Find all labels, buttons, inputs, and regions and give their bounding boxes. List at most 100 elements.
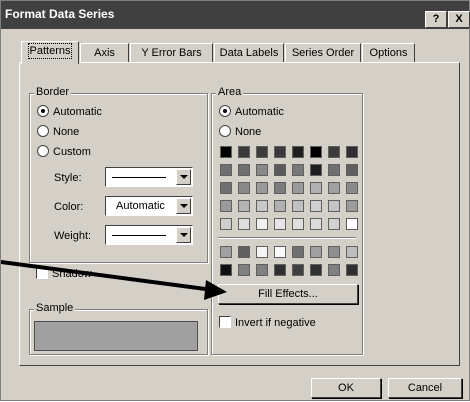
sample-preview bbox=[34, 321, 198, 351]
color-swatch[interactable] bbox=[256, 246, 268, 258]
color-swatch[interactable] bbox=[292, 218, 304, 230]
area-color-palette bbox=[220, 146, 358, 230]
color-swatch[interactable] bbox=[220, 182, 232, 194]
color-swatch[interactable] bbox=[310, 218, 322, 230]
color-swatch[interactable] bbox=[274, 200, 286, 212]
color-swatch[interactable] bbox=[220, 218, 232, 230]
color-swatch[interactable] bbox=[310, 246, 322, 258]
color-swatch[interactable] bbox=[220, 246, 232, 258]
chevron-down-icon[interactable] bbox=[176, 227, 191, 243]
area-extra-palette bbox=[220, 246, 358, 276]
color-swatch[interactable] bbox=[346, 146, 358, 158]
color-swatch[interactable] bbox=[346, 218, 358, 230]
color-swatch[interactable] bbox=[328, 164, 340, 176]
title-bar[interactable]: Format Data Series ? X bbox=[1, 1, 470, 29]
color-swatch[interactable] bbox=[256, 264, 268, 276]
border-none-radio[interactable]: None bbox=[37, 124, 79, 140]
tab-series-order[interactable]: Series Order bbox=[285, 43, 361, 63]
color-swatch[interactable] bbox=[256, 200, 268, 212]
color-swatch[interactable] bbox=[238, 246, 250, 258]
invert-if-negative-checkbox[interactable]: Invert if negative bbox=[219, 315, 316, 331]
color-swatch[interactable] bbox=[346, 164, 358, 176]
color-swatch[interactable] bbox=[256, 182, 268, 194]
color-swatch[interactable] bbox=[274, 146, 286, 158]
color-swatch[interactable] bbox=[292, 246, 304, 258]
color-swatch[interactable] bbox=[328, 246, 340, 258]
color-swatch[interactable] bbox=[292, 264, 304, 276]
cancel-button[interactable]: Cancel bbox=[388, 378, 462, 398]
color-swatch[interactable] bbox=[310, 146, 322, 158]
color-swatch[interactable] bbox=[328, 218, 340, 230]
line-weight-sample bbox=[112, 235, 166, 236]
fill-effects-button[interactable]: Fill Effects... bbox=[218, 284, 358, 304]
tab-axis[interactable]: Axis bbox=[80, 43, 129, 63]
color-swatch[interactable] bbox=[220, 200, 232, 212]
color-swatch[interactable] bbox=[328, 200, 340, 212]
radio-label: Automatic bbox=[235, 106, 284, 118]
style-label: Style: bbox=[54, 172, 82, 184]
color-swatch[interactable] bbox=[292, 164, 304, 176]
area-group: Area Automatic None Fill Effects... Inve… bbox=[211, 86, 363, 355]
color-swatch[interactable] bbox=[238, 164, 250, 176]
format-data-series-dialog: Format Data Series ? X Patterns Axis Y E… bbox=[0, 0, 470, 401]
checkbox-indicator bbox=[219, 316, 231, 328]
color-swatch[interactable] bbox=[238, 200, 250, 212]
color-swatch[interactable] bbox=[274, 218, 286, 230]
color-swatch[interactable] bbox=[328, 146, 340, 158]
color-swatch[interactable] bbox=[238, 146, 250, 158]
sample-group-title: Sample bbox=[34, 302, 76, 314]
tab-patterns[interactable]: Patterns bbox=[21, 41, 79, 64]
color-swatch[interactable] bbox=[256, 164, 268, 176]
color-swatch[interactable] bbox=[220, 164, 232, 176]
color-swatch[interactable] bbox=[220, 264, 232, 276]
line-style-sample bbox=[112, 177, 166, 178]
color-value: Automatic bbox=[116, 200, 165, 212]
radio-indicator bbox=[219, 105, 231, 117]
color-swatch[interactable] bbox=[274, 246, 286, 258]
color-swatch[interactable] bbox=[274, 164, 286, 176]
weight-dropdown[interactable] bbox=[105, 225, 193, 245]
color-dropdown[interactable]: Automatic bbox=[105, 196, 193, 216]
radio-label: Automatic bbox=[53, 106, 102, 118]
color-swatch[interactable] bbox=[238, 218, 250, 230]
tab-label: Y Error Bars bbox=[141, 47, 202, 59]
color-swatch[interactable] bbox=[238, 182, 250, 194]
color-swatch[interactable] bbox=[292, 146, 304, 158]
color-swatch[interactable] bbox=[310, 164, 322, 176]
color-swatch[interactable] bbox=[328, 264, 340, 276]
radio-label: None bbox=[53, 126, 80, 138]
tab-options[interactable]: Options bbox=[362, 43, 415, 63]
color-swatch[interactable] bbox=[346, 264, 358, 276]
color-swatch[interactable] bbox=[310, 200, 322, 212]
tab-data-labels[interactable]: Data Labels bbox=[214, 43, 284, 63]
tab-y-error-bars[interactable]: Y Error Bars bbox=[130, 43, 213, 63]
chevron-down-icon[interactable] bbox=[176, 198, 191, 214]
style-dropdown[interactable] bbox=[105, 167, 193, 187]
area-none-radio[interactable]: None bbox=[219, 124, 261, 140]
color-swatch[interactable] bbox=[220, 146, 232, 158]
color-swatch[interactable] bbox=[238, 264, 250, 276]
color-swatch[interactable] bbox=[256, 218, 268, 230]
shadow-checkbox[interactable]: Shadow bbox=[36, 266, 92, 282]
tab-label: Options bbox=[369, 47, 408, 59]
color-swatch[interactable] bbox=[292, 182, 304, 194]
color-swatch[interactable] bbox=[346, 182, 358, 194]
color-swatch[interactable] bbox=[328, 182, 340, 194]
sample-group: Sample bbox=[29, 302, 208, 355]
border-automatic-radio[interactable]: Automatic bbox=[37, 104, 102, 120]
color-swatch[interactable] bbox=[292, 200, 304, 212]
color-swatch[interactable] bbox=[310, 182, 322, 194]
color-swatch[interactable] bbox=[256, 146, 268, 158]
ok-button[interactable]: OK bbox=[311, 378, 381, 398]
color-swatch[interactable] bbox=[310, 264, 322, 276]
chevron-down-icon[interactable] bbox=[176, 169, 191, 185]
help-button[interactable]: ? bbox=[425, 11, 447, 28]
color-swatch[interactable] bbox=[346, 246, 358, 258]
close-button[interactable]: X bbox=[448, 11, 470, 28]
tab-label: Data Labels bbox=[219, 47, 279, 59]
color-swatch[interactable] bbox=[274, 182, 286, 194]
color-swatch[interactable] bbox=[346, 200, 358, 212]
area-automatic-radio[interactable]: Automatic bbox=[219, 104, 284, 120]
color-swatch[interactable] bbox=[274, 264, 286, 276]
border-custom-radio[interactable]: Custom bbox=[37, 144, 91, 160]
